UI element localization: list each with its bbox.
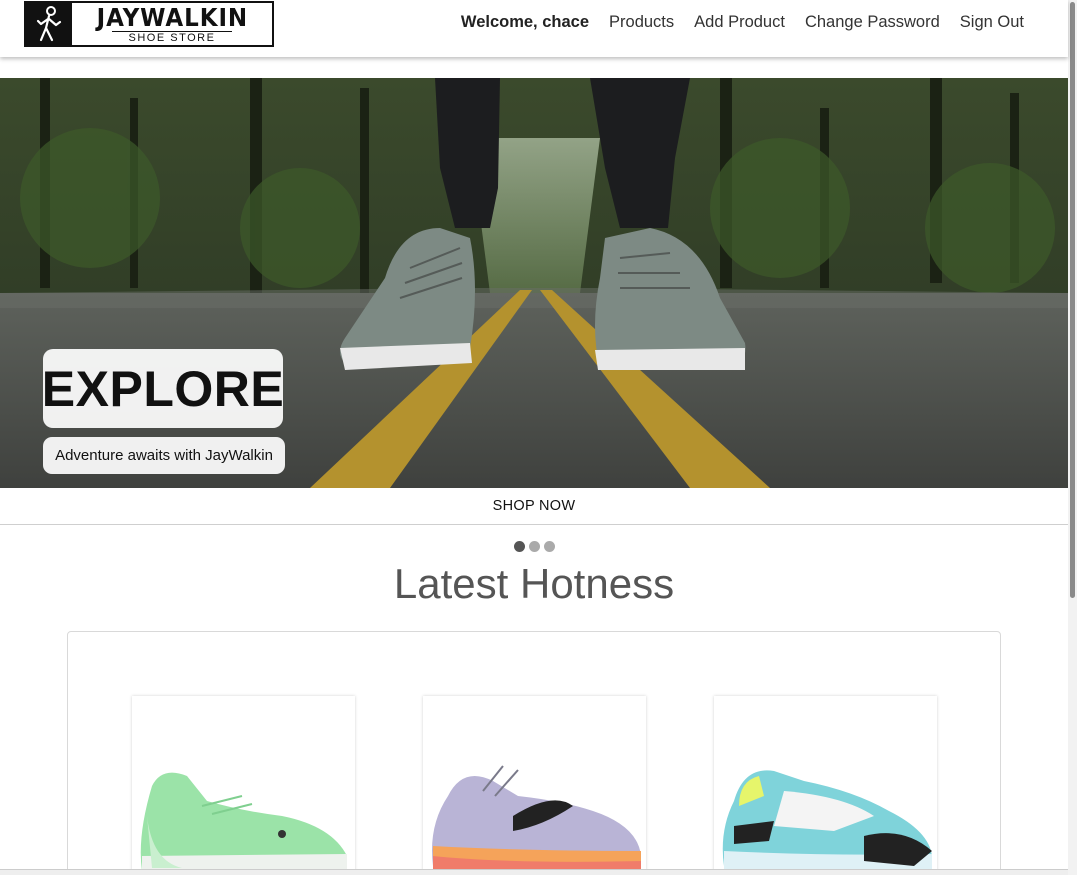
page: JAYWALKIN SHOE STORE Welcome, chace Prod… [0,0,1077,875]
lavender-sneaker-image [432,765,641,871]
nav-link-products[interactable]: Products [609,13,674,32]
hero-tagline: Adventure awaits with JayWalkin [55,447,273,464]
product-card[interactable] [714,696,937,875]
section-title: Latest Hotness [393,560,675,607]
hero-heading: EXPLORE [41,360,285,417]
carousel-indicators [514,541,555,552]
hero-tagline-box: Adventure awaits with JayWalkin [43,437,285,474]
nav-link-add-product[interactable]: Add Product [694,13,785,32]
latest-products-panel [67,631,1001,875]
product-card[interactable] [132,696,355,875]
welcome-message: Welcome, chace [460,13,590,31]
nav-link-change-password[interactable]: Change Password [805,13,940,32]
aqua-sneaker-image [722,770,932,871]
vertical-scrollbar[interactable] [1068,0,1077,875]
shop-now-button[interactable]: SHOP NOW [0,488,1068,525]
carousel-dot-1[interactable] [514,541,525,552]
logo-title: JAYWALKIN [96,2,248,32]
green-sneaker-image [140,772,347,871]
top-navbar: JAYWALKIN SHOE STORE Welcome, chace Prod… [0,0,1068,57]
store-logo[interactable]: JAYWALKIN SHOE STORE [24,1,274,47]
nav-link-sign-out[interactable]: Sign Out [960,13,1024,32]
scrollbar-thumb[interactable] [1070,2,1075,598]
carousel-dot-2[interactable] [529,541,540,552]
window-bottom-edge [0,869,1068,875]
hero-heading-box: EXPLORE [41,349,285,428]
shop-now-label: SHOP NOW [492,498,576,514]
carousel-dot-3[interactable] [544,541,555,552]
logo-subtitle: SHOE STORE [112,30,232,44]
product-card[interactable] [423,696,646,875]
main-nav: Welcome, chace Products Add Product Chan… [461,13,1024,32]
hero-carousel[interactable]: EXPLORE Adventure awaits with JayWalkin [0,78,1068,488]
walking-person-icon [26,3,72,45]
